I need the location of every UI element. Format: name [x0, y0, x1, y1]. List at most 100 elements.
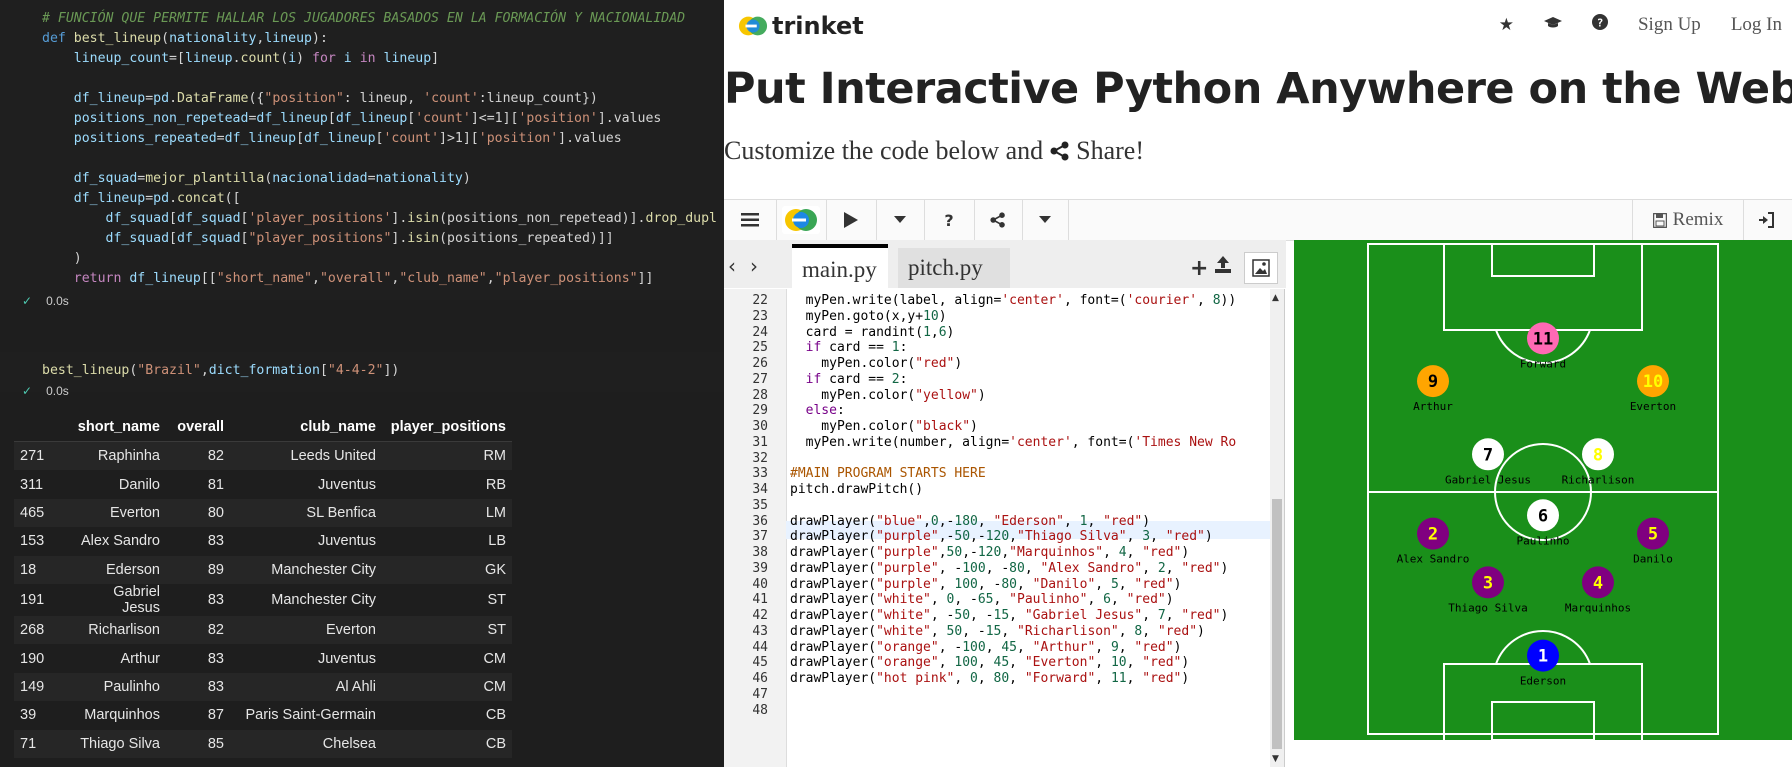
line-number: 41 — [752, 592, 768, 608]
editor-scroll-thumb[interactable] — [1272, 499, 1282, 749]
help-icon[interactable]: ? — [1591, 14, 1608, 36]
add-file-icon[interactable]: + — [1190, 256, 1208, 281]
player-number: 3 — [1483, 573, 1493, 593]
output-dataframe: short_name overall club_name player_positio… — [14, 413, 512, 758]
table-row: 71 Thiago Silva 85 Chelsea CB — [14, 729, 512, 758]
player-number: 10 — [1643, 372, 1663, 392]
scroll-up-icon[interactable]: ▲ — [1272, 293, 1279, 303]
remix-button[interactable]: Remix — [1632, 200, 1744, 240]
hamburger-icon — [741, 213, 759, 227]
code-line: positions_non_repetead=df_lineup[df_line… — [42, 111, 662, 126]
editor-code-line[interactable]: myPen.color("red") — [790, 356, 962, 371]
table-cell: Everton — [68, 498, 166, 528]
code-cell-best-lineup[interactable]: # FUNCIÓN QUE PERMITE HALLAR LOS JUGADOR… — [0, 0, 724, 300]
exec-time: 0.0s — [46, 384, 69, 398]
line-number: 37 — [752, 529, 768, 545]
column-header: player_positions — [382, 413, 512, 442]
prev-file-icon[interactable]: ‹ — [728, 254, 736, 278]
editor-code-line[interactable]: drawPlayer("white", 50, -15, "Richarliso… — [790, 624, 1205, 639]
code-line: positions_repeated=df_lineup[df_lineup['… — [42, 131, 622, 146]
line-number: 47 — [752, 686, 768, 702]
call-line[interactable]: best_lineup("Brazil",dict_formation["4-4… — [42, 361, 399, 381]
caret-down-icon — [1039, 216, 1051, 223]
editor-code-line[interactable]: drawPlayer("purple", 100, -80, "Danilo",… — [790, 577, 1181, 592]
table-cell: Juventus — [230, 527, 382, 556]
editor-code-line[interactable]: drawPlayer("purple",50,-120,"Marquinhos"… — [790, 545, 1189, 560]
table-cell: 271 — [14, 441, 68, 471]
table-cell: CM — [382, 644, 512, 673]
editor-code-line[interactable]: myPen.color("yellow") — [790, 388, 985, 403]
line-number: 24 — [752, 324, 768, 340]
editor-code-line[interactable]: if card == 1: — [790, 340, 908, 355]
editor-code-line[interactable]: drawPlayer("white", 0, -65, "Paulinho", … — [790, 592, 1174, 607]
editor-code-line[interactable]: drawPlayer("blue",0,-180, "Ederson", 1, … — [790, 514, 1150, 529]
share-options-dropdown[interactable] — [1022, 200, 1069, 240]
table-cell: Leeds United — [230, 441, 382, 471]
line-number: 35 — [752, 497, 768, 513]
line-number: 38 — [752, 545, 768, 560]
table-row: 465 Everton 80 SL Benfica LM — [14, 498, 512, 528]
editor-code-line[interactable]: myPen.write(label, align='center', font=… — [790, 293, 1237, 308]
editor-code-line[interactable]: drawPlayer("white", -50, -15, "Gabriel J… — [790, 608, 1228, 623]
help-button[interactable]: ? — [924, 200, 975, 240]
table-row: 191 Gabriel Jesus 83 Manchester City ST — [14, 583, 512, 616]
log-in-link[interactable]: Log In — [1731, 14, 1782, 36]
scroll-down-icon[interactable]: ▼ — [1272, 754, 1279, 764]
tab-main-py[interactable]: main.py — [792, 244, 888, 292]
run-button[interactable] — [826, 200, 877, 240]
player-name: Thiago Silva — [1448, 601, 1527, 614]
table-cell: SL Benfica — [230, 498, 382, 528]
trinket-logo-icon — [782, 206, 820, 234]
next-file-icon[interactable]: › — [750, 254, 758, 278]
line-number: 45 — [752, 655, 768, 671]
code-line: # FUNCIÓN QUE PERMITE HALLAR LOS JUGADOR… — [42, 11, 686, 26]
trinket-toolbar: ? Remix — [724, 199, 1792, 241]
code-editor[interactable]: 22 23 24 25 26 27 28 29 30 31 32 33 34 35 36 37 38 39 40 41… — [724, 289, 1285, 767]
table-cell: ST — [382, 615, 512, 645]
editor-code-line[interactable]: myPen.color("black") — [790, 419, 978, 434]
table-cell: 465 — [14, 498, 68, 528]
editor-code-line[interactable]: else: — [790, 403, 845, 418]
table-cell: 83 — [166, 644, 230, 673]
tab-pitch-py[interactable]: pitch.py — [898, 248, 1010, 288]
line-number: 29 — [752, 403, 768, 419]
table-cell: 149 — [14, 672, 68, 702]
graduation-cap-icon[interactable] — [1543, 14, 1562, 36]
sign-in-button[interactable] — [1742, 200, 1792, 240]
code-editor[interactable]: # FUNCIÓN QUE PERMITE HALLAR LOS JUGADOR… — [42, 9, 717, 289]
code-cell-call[interactable]: best_lineup("Brazil",dict_formation["4-4… — [0, 352, 724, 392]
table-cell: GK — [382, 555, 512, 584]
editor-code-line[interactable]: drawPlayer("purple",-50,-120,"Thiago Sil… — [790, 529, 1213, 544]
remix-label: Remix — [1672, 209, 1724, 230]
table-row: 39 Marquinhos 87 Paris Saint-Germain CB — [14, 701, 512, 730]
code-line: ) — [42, 251, 82, 266]
editor-code-line[interactable]: drawPlayer("orange", -100, 45, "Arthur",… — [790, 640, 1181, 655]
trinket-home-button[interactable] — [776, 200, 827, 240]
player-number: 11 — [1533, 329, 1553, 349]
editor-code-line[interactable]: card = randint(1,6) — [790, 325, 955, 340]
editor-code-line[interactable]: myPen.goto(x,y+10) — [790, 309, 947, 324]
image-library-button[interactable] — [1244, 252, 1278, 284]
editor-code-line[interactable]: pitch.drawPitch() — [790, 482, 923, 497]
sign-up-link[interactable]: Sign Up — [1638, 14, 1701, 36]
star-icon[interactable]: ★ — [1499, 15, 1514, 35]
line-number: 48 — [752, 702, 768, 718]
code-line: df_squad[df_squad["player_positions"].is… — [42, 231, 614, 246]
editor-code-line[interactable]: myPen.write(number, align='center', font… — [790, 435, 1237, 450]
editor-code-line[interactable]: #MAIN PROGRAM STARTS HERE — [790, 466, 986, 481]
trinket-logo[interactable]: trinket — [738, 12, 864, 40]
share-button[interactable] — [974, 200, 1023, 240]
editor-code-line[interactable]: drawPlayer("orange", 100, 45, "Everton",… — [790, 655, 1189, 670]
table-cell: 82 — [166, 441, 230, 471]
save-icon — [1652, 212, 1667, 228]
editor-code-line[interactable]: drawPlayer("purple", -100, -80, "Alex Sa… — [790, 561, 1228, 576]
editor-code-line[interactable]: if card == 2: — [790, 372, 908, 387]
run-options-dropdown[interactable] — [876, 200, 925, 240]
notebook-panel: # FUNCIÓN QUE PERMITE HALLAR LOS JUGADOR… — [0, 0, 724, 767]
table-cell: LB — [382, 527, 512, 556]
editor-code-line[interactable]: drawPlayer("hot pink", 0, 80, "Forward",… — [790, 671, 1189, 686]
menu-button[interactable] — [724, 200, 777, 240]
table-cell: Danilo — [68, 470, 166, 499]
upload-icon[interactable] — [1214, 256, 1232, 278]
